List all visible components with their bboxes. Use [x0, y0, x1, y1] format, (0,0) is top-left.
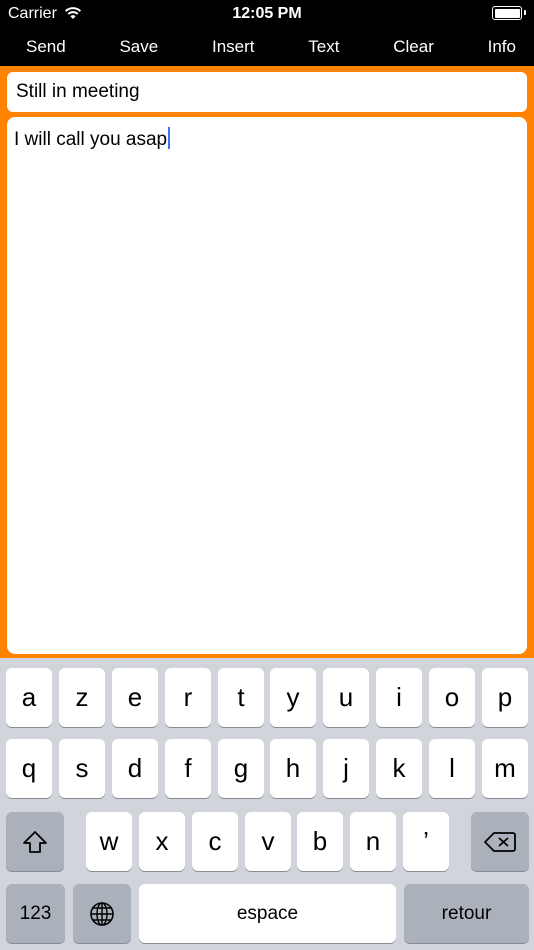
backspace-icon: [484, 831, 516, 852]
key-o[interactable]: o: [429, 668, 475, 727]
key-l[interactable]: l: [429, 739, 475, 798]
keyboard: a z e r t y u i o p q s d f g h j k l m …: [0, 658, 534, 950]
save-button[interactable]: Save: [119, 37, 158, 57]
key-e[interactable]: e: [112, 668, 158, 727]
key-b[interactable]: b: [297, 812, 343, 871]
key-v[interactable]: v: [245, 812, 291, 871]
key-g[interactable]: g: [218, 739, 264, 798]
status-bar: Carrier 12:05 PM: [0, 0, 534, 28]
shift-icon: [23, 830, 47, 853]
key-s[interactable]: s: [59, 739, 105, 798]
insert-button[interactable]: Insert: [212, 37, 255, 57]
text-button[interactable]: Text: [308, 37, 339, 57]
key-m[interactable]: m: [482, 739, 528, 798]
key-n[interactable]: n: [350, 812, 396, 871]
key-q[interactable]: q: [6, 739, 52, 798]
key-c[interactable]: c: [192, 812, 238, 871]
text-cursor: [168, 127, 171, 149]
globe-icon: [90, 901, 114, 926]
subject-field[interactable]: Still in meeting: [7, 72, 527, 112]
key-w[interactable]: w: [86, 812, 132, 871]
battery-icon: [492, 6, 526, 20]
key-k[interactable]: k: [376, 739, 422, 798]
key-r[interactable]: r: [165, 668, 211, 727]
backspace-key[interactable]: [471, 812, 529, 871]
key-y[interactable]: y: [270, 668, 316, 727]
clock: 12:05 PM: [232, 5, 302, 22]
key-a[interactable]: a: [6, 668, 52, 727]
subject-text: Still in meeting: [16, 81, 140, 102]
key-x[interactable]: x: [139, 812, 185, 871]
message-body[interactable]: I will call you asap: [7, 117, 527, 654]
toolbar: Send Save Insert Text Clear Info: [0, 28, 534, 66]
clear-button[interactable]: Clear: [393, 37, 434, 57]
return-key[interactable]: retour: [404, 884, 529, 943]
editor-area: Still in meeting I will call you asap: [0, 66, 534, 658]
key-p[interactable]: p: [482, 668, 528, 727]
globe-key[interactable]: [73, 884, 131, 943]
key-j[interactable]: j: [323, 739, 369, 798]
key-d[interactable]: d: [112, 739, 158, 798]
key-z[interactable]: z: [59, 668, 105, 727]
key-u[interactable]: u: [323, 668, 369, 727]
key-apostrophe[interactable]: ’: [403, 812, 449, 871]
message-text: I will call you asap: [14, 129, 168, 150]
key-f[interactable]: f: [165, 739, 211, 798]
shift-key[interactable]: [6, 812, 64, 871]
key-t[interactable]: t: [218, 668, 264, 727]
key-i[interactable]: i: [376, 668, 422, 727]
space-key[interactable]: espace: [139, 884, 396, 943]
info-button[interactable]: Info: [488, 37, 516, 57]
numbers-key[interactable]: 123: [6, 884, 65, 943]
key-h[interactable]: h: [270, 739, 316, 798]
send-button[interactable]: Send: [26, 37, 66, 57]
